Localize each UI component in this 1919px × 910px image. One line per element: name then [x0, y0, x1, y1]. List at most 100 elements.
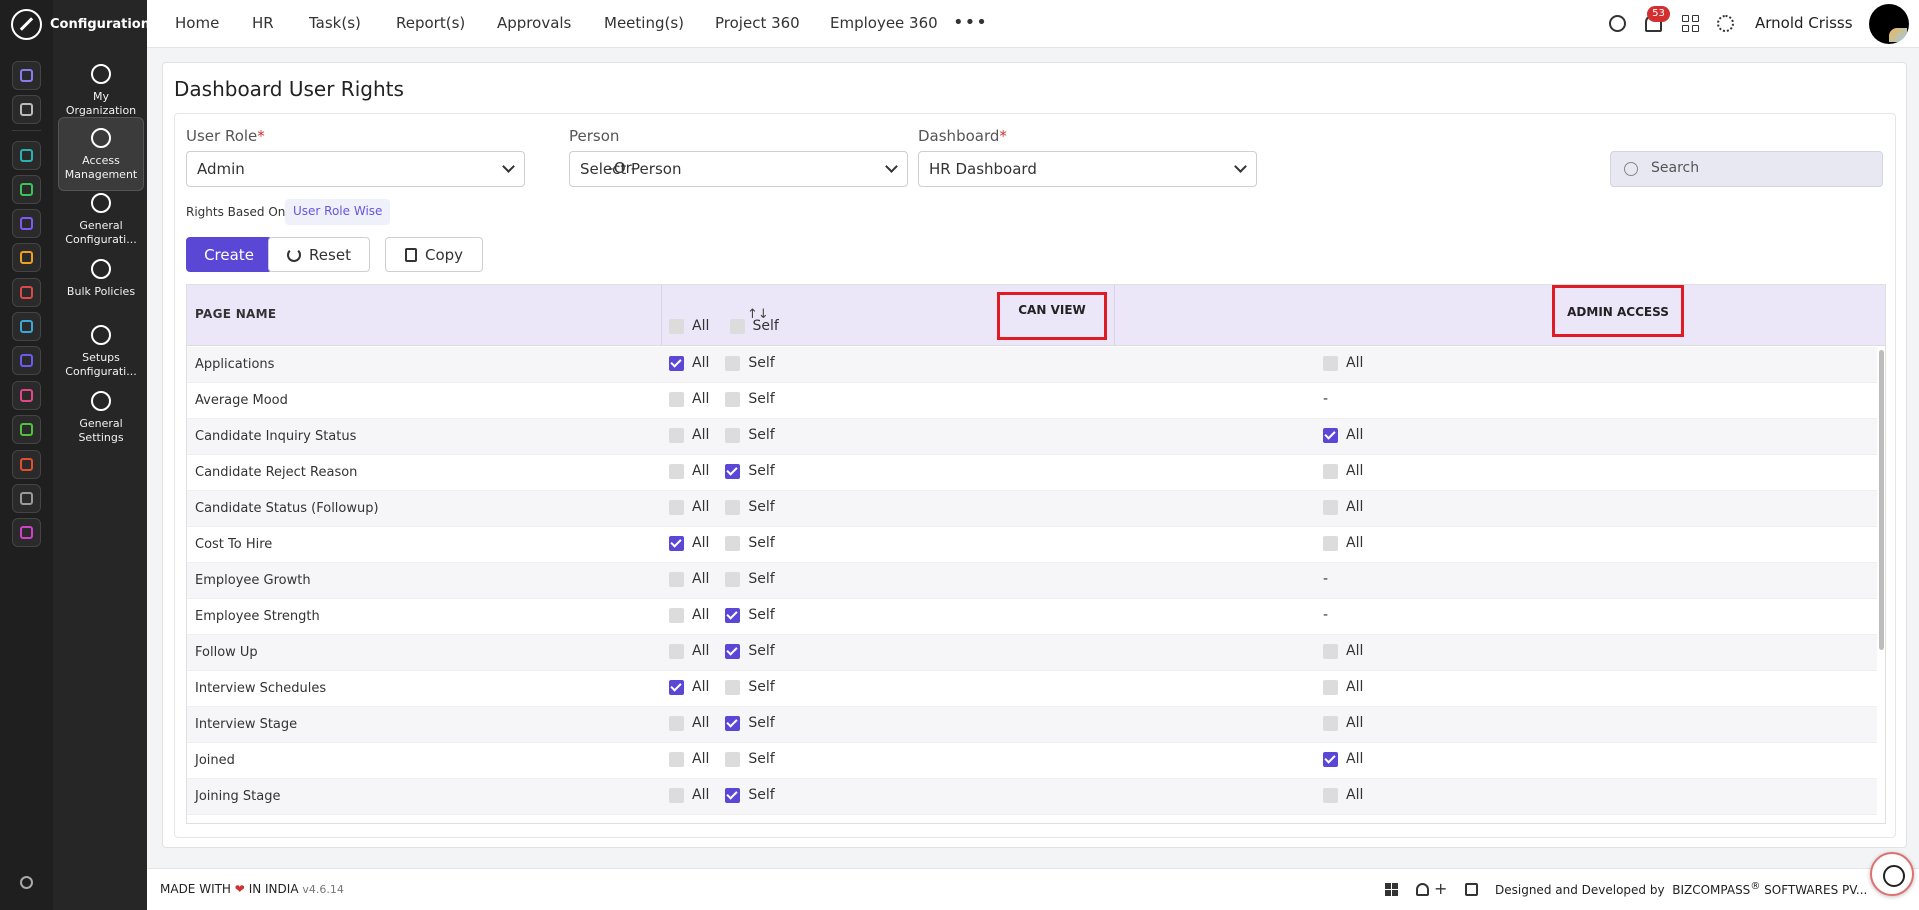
- sidebar-item-label: General Settings: [78, 417, 124, 444]
- copy-button[interactable]: Copy: [385, 237, 483, 272]
- view-all-checkbox[interactable]: [669, 751, 684, 767]
- timer-icon[interactable]: [1870, 852, 1914, 896]
- can-view-cell: All Self: [669, 679, 775, 695]
- view-all-checkbox[interactable]: [669, 715, 684, 731]
- admin-all-checkbox[interactable]: [1323, 679, 1338, 695]
- rights-panel: User Role* Admin -Or- Person Select Pers…: [174, 113, 1896, 838]
- document-icon[interactable]: [1465, 883, 1478, 896]
- chevron-down-icon: [502, 160, 515, 173]
- view-all-checkbox[interactable]: [669, 643, 684, 659]
- sidebar-item-setups-configurati[interactable]: Setups Configurati...: [58, 315, 144, 389]
- dashboard-label: Dashboard*: [918, 127, 1007, 145]
- page-name-cell: Follow Up: [195, 645, 258, 660]
- nav-project-360[interactable]: Project 360: [715, 14, 800, 32]
- app-logo-icon[interactable]: [11, 9, 42, 40]
- view-self-checkbox[interactable]: [725, 607, 741, 623]
- table-row: Cost To Hire All Self All: [187, 527, 1877, 563]
- sidebar-item-label: Bulk Policies: [66, 285, 136, 298]
- search-field[interactable]: [1610, 151, 1883, 187]
- admin-all-checkbox[interactable]: [1323, 535, 1338, 551]
- plus-icon[interactable]: +: [1434, 879, 1447, 898]
- admin-all-checkbox[interactable]: [1323, 463, 1338, 479]
- view-all-checkbox[interactable]: [669, 787, 684, 803]
- gear-icon[interactable]: [1717, 15, 1734, 32]
- award-icon[interactable]: [12, 450, 41, 479]
- windows-icon[interactable]: [1385, 883, 1398, 896]
- view-self-checkbox[interactable]: [725, 499, 741, 515]
- nav-employee-360[interactable]: Employee 360: [830, 14, 938, 32]
- view-self-checkbox[interactable]: [725, 715, 741, 731]
- view-all-checkbox[interactable]: [669, 427, 684, 443]
- target-icon[interactable]: [12, 278, 41, 307]
- nav-meetings[interactable]: Meeting(s): [604, 14, 684, 32]
- sidebar-item-general-configurati[interactable]: General Configurati...: [58, 183, 144, 257]
- scrollbar[interactable]: [1879, 350, 1884, 650]
- nav-home[interactable]: Home: [175, 14, 219, 32]
- page-title: Dashboard User Rights: [174, 77, 404, 101]
- pin-icon[interactable]: [12, 95, 41, 124]
- home-icon[interactable]: [12, 61, 41, 90]
- admin-all-checkbox[interactable]: [1323, 787, 1338, 803]
- view-all-checkbox[interactable]: [669, 463, 684, 479]
- nav-hr[interactable]: HR: [252, 14, 274, 32]
- admin-all-checkbox[interactable]: [1323, 499, 1338, 515]
- sidebar-item-bulk-policies[interactable]: Bulk Policies: [58, 249, 144, 323]
- page-name-cell: Employee Growth: [195, 573, 311, 588]
- more-menu-icon[interactable]: •••: [953, 12, 988, 33]
- nav-reports[interactable]: Report(s): [396, 14, 465, 32]
- view-self-checkbox[interactable]: [725, 355, 741, 371]
- user-role-select[interactable]: Admin: [186, 151, 525, 187]
- search-icon[interactable]: [20, 876, 33, 889]
- view-all-checkbox[interactable]: [669, 679, 684, 695]
- view-self-checkbox[interactable]: [725, 571, 741, 587]
- dashboard-select[interactable]: HR Dashboard: [918, 151, 1257, 187]
- view-self-checkbox[interactable]: [725, 535, 741, 551]
- view-all-checkbox[interactable]: [669, 607, 684, 623]
- nav-approvals[interactable]: Approvals: [497, 14, 571, 32]
- monitor-icon[interactable]: [12, 381, 41, 410]
- house-icon[interactable]: [12, 484, 41, 513]
- user-name[interactable]: Arnold Crisss: [1755, 14, 1853, 32]
- reset-button[interactable]: Reset: [268, 237, 370, 272]
- admin-all-checkbox[interactable]: [1323, 643, 1338, 659]
- admin-all-checkbox[interactable]: [1323, 751, 1338, 767]
- search-input[interactable]: [1651, 160, 1871, 176]
- header-all-checkbox[interactable]: [669, 318, 684, 334]
- admin-all-checkbox[interactable]: [1323, 427, 1338, 443]
- search-icon[interactable]: [1609, 15, 1626, 32]
- sidebar-item-label: My Organization: [65, 90, 137, 117]
- archive-icon[interactable]: [12, 312, 41, 341]
- sidebar-item-access-management[interactable]: Access Management: [58, 117, 144, 191]
- view-self-checkbox[interactable]: [725, 391, 741, 407]
- hands-icon[interactable]: [12, 243, 41, 272]
- avatar[interactable]: [1869, 4, 1909, 44]
- plane-icon[interactable]: [12, 346, 41, 375]
- people-icon[interactable]: [12, 141, 41, 170]
- view-self-checkbox[interactable]: [725, 463, 741, 479]
- view-self-checkbox[interactable]: [725, 679, 741, 695]
- settings-app-icon[interactable]: [12, 518, 41, 547]
- sidebar-item-general-settings[interactable]: General Settings: [58, 381, 144, 455]
- apps-grid-icon[interactable]: [1682, 15, 1699, 32]
- headset-icon[interactable]: [1416, 883, 1429, 896]
- view-all-checkbox[interactable]: [669, 571, 684, 587]
- table-row: Interview Schedules All Self All: [187, 671, 1877, 707]
- create-button[interactable]: Create: [186, 237, 272, 272]
- view-self-checkbox[interactable]: [725, 787, 741, 803]
- view-all-checkbox[interactable]: [669, 355, 684, 371]
- person-select[interactable]: Select Person: [569, 151, 908, 187]
- view-all-checkbox[interactable]: [669, 535, 684, 551]
- box-icon[interactable]: [12, 175, 41, 204]
- header-self-checkbox[interactable]: [729, 318, 745, 334]
- view-self-checkbox[interactable]: [725, 427, 741, 443]
- nav-tasks[interactable]: Task(s): [309, 14, 361, 32]
- admin-all-checkbox[interactable]: [1323, 715, 1338, 731]
- document-icon[interactable]: [12, 415, 41, 444]
- view-all-checkbox[interactable]: [669, 391, 684, 407]
- admin-all-checkbox[interactable]: [1323, 355, 1338, 371]
- view-self-checkbox[interactable]: [725, 643, 741, 659]
- refresh-icon: [287, 247, 302, 262]
- view-all-checkbox[interactable]: [669, 499, 684, 515]
- view-self-checkbox[interactable]: [725, 751, 741, 767]
- briefcase-icon[interactable]: [12, 209, 41, 238]
